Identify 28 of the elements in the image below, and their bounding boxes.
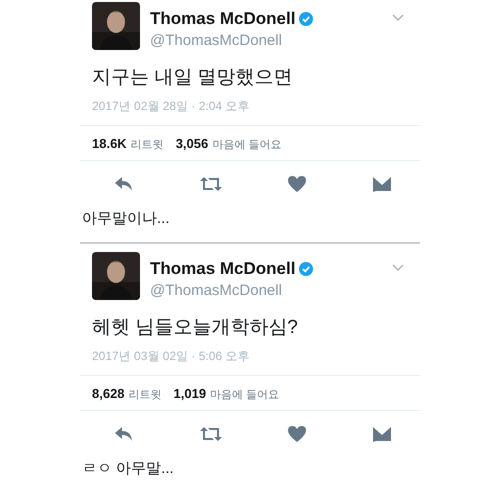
envelope-icon[interactable] — [372, 426, 392, 442]
retweet-label: 리트윗 — [128, 388, 162, 402]
user-handle: @ThomasMcDonell — [150, 32, 283, 49]
like-label: 마음에 들어요 — [212, 138, 282, 152]
timestamp: 2017년 02월 28일 · 2:04 오후 — [80, 90, 420, 126]
tweet-text: 지구는 내일 멸망했으면 — [91, 66, 294, 90]
retweet-count: 18.6K — [92, 136, 127, 151]
timestamp: 2017년 03월 02일 · 5:06 오후 — [80, 340, 420, 376]
caption-text: ㄹㅇ 아무말... — [81, 459, 175, 478]
tweet-text: 헤헷 님들오늘개학하심? — [91, 316, 299, 340]
chevron-down-icon — [392, 14, 404, 22]
retweet-icon[interactable] — [198, 426, 223, 442]
reply-icon[interactable] — [114, 426, 134, 442]
heart-icon[interactable] — [287, 175, 308, 193]
envelope-icon[interactable] — [372, 176, 392, 192]
like-label: 마음에 들어요 — [210, 388, 280, 402]
retweet-label: 리트윗 — [130, 138, 164, 152]
user-handle: @ThomasMcDonell — [150, 282, 283, 299]
like-count: 3,056 — [176, 136, 208, 151]
retweet-count: 8,628 — [92, 386, 125, 401]
retweet-icon[interactable] — [198, 176, 223, 192]
chevron-down-icon — [392, 264, 404, 272]
heart-icon[interactable] — [287, 425, 308, 443]
display-name: Thomas McDonell — [150, 9, 296, 29]
display-name: Thomas McDonell — [150, 259, 296, 279]
reply-icon[interactable] — [114, 176, 134, 192]
like-count: 1,019 — [174, 386, 206, 401]
caption-text: 아무말이나... — [81, 209, 171, 228]
